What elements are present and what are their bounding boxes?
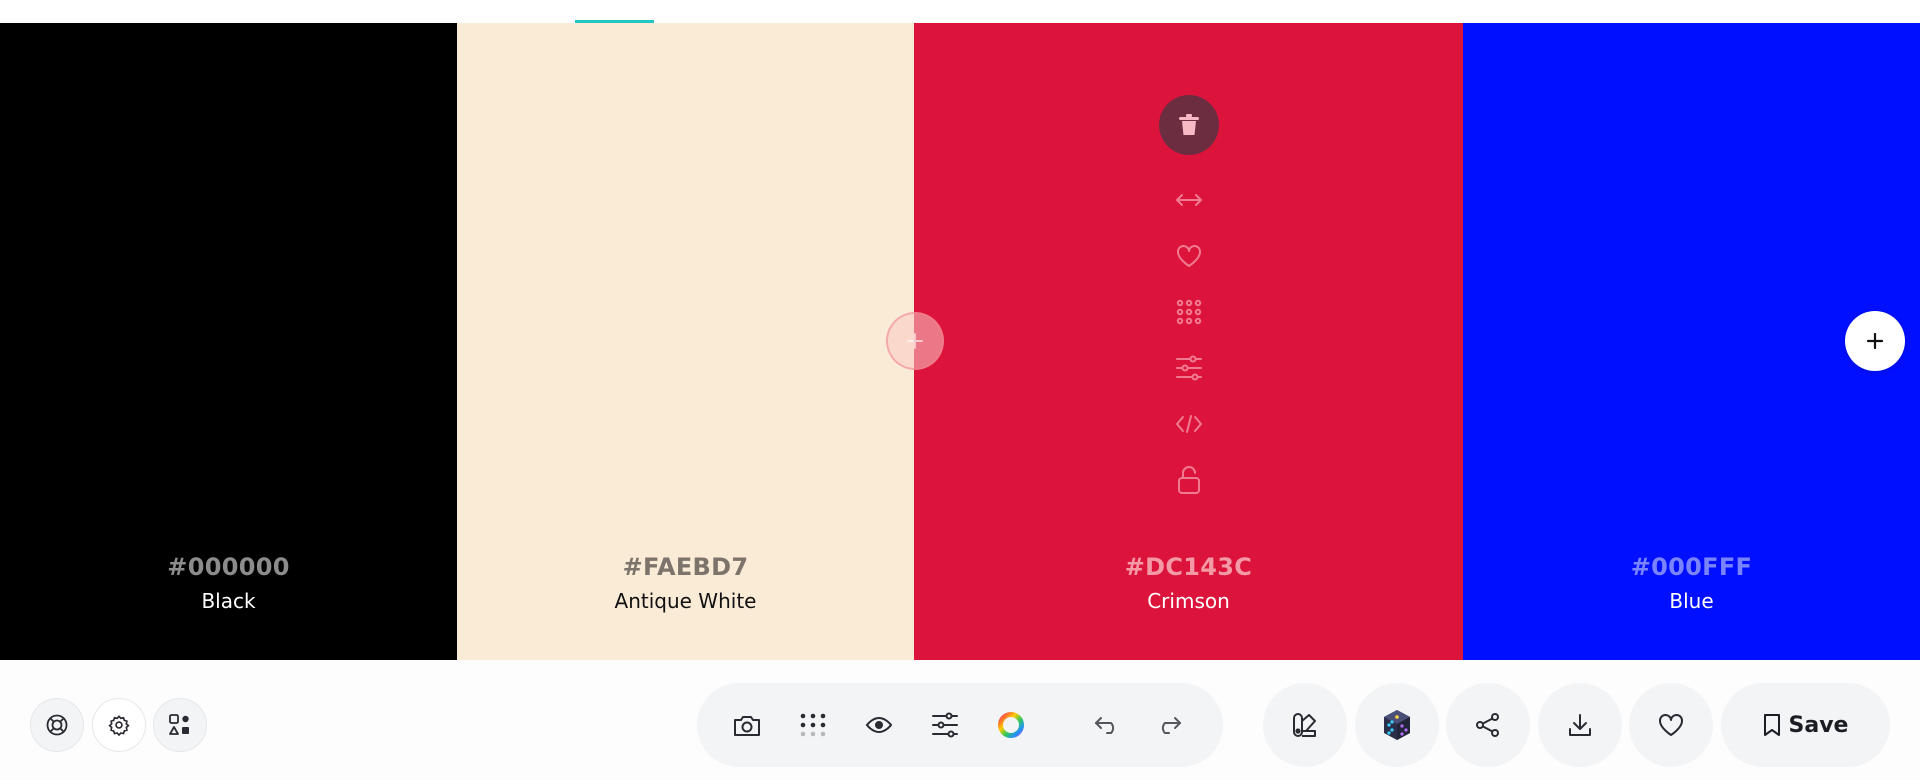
swatch-info: #DC143C Crimson — [914, 551, 1463, 615]
favorite-palette-button[interactable] — [1629, 683, 1713, 767]
shapes-icon — [169, 714, 189, 735]
swatch-name: Crimson — [1147, 589, 1230, 613]
swatch-info: #FAEBD7 Antique White — [457, 551, 914, 615]
swatch-name: Blue — [1669, 589, 1714, 613]
settings-button[interactable] — [92, 698, 146, 752]
swatch-info: #000FFF Blue — [1463, 551, 1920, 615]
adjust-color-button[interactable] — [1161, 340, 1217, 396]
plus-icon — [907, 333, 923, 349]
add-color-end-button[interactable] — [1845, 311, 1905, 371]
lock-icon — [1177, 466, 1200, 494]
undo-button[interactable] — [1085, 703, 1129, 747]
bottom-toolbar: Save — [0, 660, 1920, 780]
color-wheel-button[interactable] — [989, 703, 1033, 747]
favorite-color-button[interactable] — [1161, 228, 1217, 284]
preview-button[interactable] — [857, 703, 901, 747]
palette: #000000 Black #FAEBD7 Antique White #DC1… — [0, 23, 1920, 660]
swatch-black[interactable]: #000000 Black — [0, 23, 457, 660]
center-toolbar — [697, 683, 1223, 767]
randomize-button[interactable] — [1355, 683, 1439, 767]
lock-color-button[interactable] — [1161, 452, 1217, 508]
save-label: Save — [1788, 712, 1849, 738]
swatch-hex[interactable]: #FAEBD7 — [457, 551, 914, 583]
eye-icon — [865, 716, 893, 734]
share-button[interactable] — [1446, 683, 1530, 767]
heart-icon — [1659, 714, 1683, 736]
heart-icon — [1176, 245, 1201, 267]
adjust-sliders-icon — [1175, 355, 1202, 381]
bookmark-icon — [1763, 714, 1780, 736]
generate-grid-button[interactable] — [791, 703, 835, 747]
redo-button[interactable] — [1147, 703, 1191, 747]
swatch-hex[interactable]: #DC143C — [914, 551, 1463, 583]
remove-color-button[interactable] — [1158, 95, 1219, 155]
shades-grid-icon — [1176, 299, 1201, 325]
download-icon — [1569, 714, 1591, 736]
help-lifebuoy-icon — [46, 714, 68, 736]
swatch-name: Black — [201, 589, 256, 613]
plus-icon — [1866, 332, 1884, 350]
help-button[interactable] — [30, 698, 84, 752]
camera-icon — [734, 716, 760, 736]
export-button[interactable] — [1538, 683, 1622, 767]
redo-icon — [1161, 717, 1181, 734]
random-dice-icon — [1384, 710, 1410, 740]
settings-gear-icon — [108, 715, 130, 736]
swatch-hex[interactable]: #000FFF — [1463, 551, 1920, 583]
color-wheel-icon — [998, 712, 1024, 738]
sliders-icon — [932, 712, 958, 738]
export-code-button[interactable] — [1161, 396, 1217, 452]
image-picker-button[interactable] — [725, 703, 769, 747]
palette-colors-button[interactable] — [1263, 683, 1347, 767]
adjust-palette-button[interactable] — [923, 703, 967, 747]
swatch-antique-white[interactable]: #FAEBD7 Antique White — [457, 23, 914, 660]
grid-dots-icon — [800, 713, 826, 737]
swatch-name: Antique White — [614, 589, 757, 613]
palette-swatches-icon — [1293, 713, 1316, 737]
tools-button[interactable] — [153, 698, 207, 752]
share-icon — [1476, 713, 1499, 737]
swatch-hex[interactable]: #000000 — [0, 551, 457, 583]
trash-icon — [1178, 114, 1199, 135]
add-color-between-button[interactable] — [886, 312, 944, 370]
save-button[interactable]: Save — [1721, 683, 1890, 767]
drag-button[interactable] — [1161, 172, 1217, 228]
top-bar — [0, 0, 1920, 23]
swatch-toolstack — [914, 95, 1463, 508]
drag-arrows-icon — [1175, 194, 1202, 206]
undo-icon — [1095, 717, 1115, 734]
swatch-crimson[interactable]: #DC143C Crimson — [914, 23, 1463, 660]
code-icon — [1175, 415, 1202, 433]
view-shades-button[interactable] — [1161, 284, 1217, 340]
swatch-info: #000000 Black — [0, 551, 457, 615]
